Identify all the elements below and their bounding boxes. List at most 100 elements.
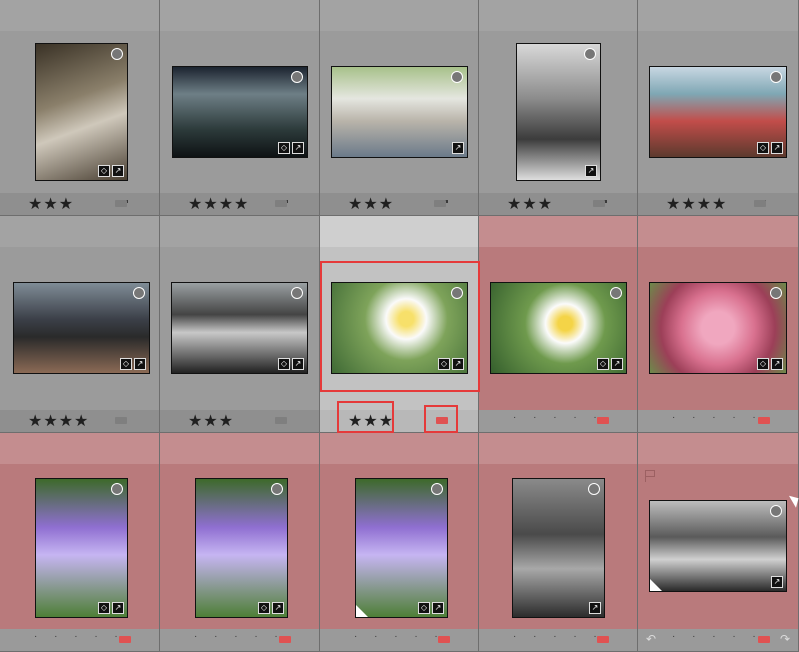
keyword-badge-icon[interactable]: ◇ [258,602,270,614]
keyword-badge-icon[interactable]: ◇ [757,142,769,154]
quick-collection-icon[interactable] [584,48,596,60]
keyword-badge-icon[interactable]: ◇ [418,602,430,614]
develop-badge-icon[interactable]: ↗ [771,142,783,154]
thumbnail-image[interactable]: ↗ [331,66,468,158]
rating-dots[interactable]: · · · · · [34,631,125,642]
color-label-none[interactable] [115,200,127,207]
quick-collection-icon[interactable] [111,483,123,495]
keyword-badge-icon[interactable]: ◇ [98,165,110,177]
color-label-none[interactable] [593,200,605,207]
color-label-red[interactable] [758,636,770,643]
develop-badge-icon[interactable]: ↗ [585,165,597,177]
color-label-none[interactable] [115,417,127,424]
star-rating[interactable]: ★★★★ [188,194,249,214]
color-label-red[interactable] [119,636,131,643]
thumbnail-image[interactable]: ↗ [649,500,787,592]
rotate-right-icon[interactable]: ↷ [780,632,790,646]
develop-badge-icon[interactable]: ↗ [134,358,146,370]
color-label-red[interactable] [436,417,448,424]
color-label-red[interactable] [597,417,609,424]
grid-cell[interactable]: XE203480.RAF5/6/2017 12:45:... 4896 x 32… [160,216,320,433]
develop-badge-icon[interactable]: ↗ [611,358,623,370]
develop-badge-icon[interactable]: ↗ [771,358,783,370]
grid-cell[interactable]: L1001308.DNG2/25/2007 5:30:... 3916 x 26… [160,0,320,216]
develop-badge-icon[interactable]: ↗ [292,142,304,154]
color-label-none[interactable] [434,200,446,207]
keyword-badge-icon[interactable]: ◇ [597,358,609,370]
thumbnail-image[interactable]: ↗ [516,43,601,181]
rating-dots[interactable]: · · · · · [354,631,445,642]
quick-collection-icon[interactable] [451,71,463,83]
quick-collection-icon[interactable] [588,483,600,495]
quick-collection-icon[interactable] [770,505,782,517]
quick-collection-icon[interactable] [111,48,123,60]
color-label-red[interactable] [279,636,291,643]
keyword-badge-icon[interactable]: ◇ [278,358,290,370]
keyword-badge-icon[interactable]: ◇ [98,602,110,614]
develop-badge-icon[interactable]: ↗ [771,576,783,588]
flag-icon[interactable] [645,470,656,482]
star-rating[interactable]: ★★★ [348,411,394,431]
thumbnail-image[interactable]: ◇ ↗ [171,282,308,374]
grid-cell[interactable]: XT203919.RAF3/29/2018 2:02:... 6000 x 40… [638,216,799,433]
color-label-red[interactable] [597,636,609,643]
thumbnail-image[interactable]: ◇ ↗ [649,66,787,158]
thumbnail-image[interactable]: ◇ ↗ [649,282,787,374]
grid-cell[interactable]: L1003685.DNG5/16/2007 6:46:... 3916 x 26… [320,0,479,216]
rating-dots[interactable]: · · · · · [513,412,604,423]
grid-cell[interactable]: XT204119.RAF3/30/2018 11:58... 4000 x 60… [320,433,479,652]
thumbnail-image[interactable]: ◇ ↗ [490,282,627,374]
thumbnail-image[interactable]: ◇ ↗ [331,282,468,374]
thumbnail-image[interactable]: ◇ ↗ [172,66,308,158]
grid-cell[interactable]: XT204126.RAF3/30/2018 12:36... 4000 x 60… [479,433,638,652]
develop-badge-icon[interactable]: ↗ [452,358,464,370]
star-rating[interactable]: ★★★ [348,194,394,214]
quick-collection-icon[interactable] [610,287,622,299]
rating-dots[interactable]: · · · · · [672,412,763,423]
rating-dots[interactable]: · · · · · [672,631,763,642]
keyword-badge-icon[interactable]: ◇ [120,358,132,370]
color-label-none[interactable] [754,200,766,207]
thumbnail-image[interactable]: ◇ ↗ [355,478,448,618]
thumbnail-image[interactable]: ◇ ↗ [35,43,128,181]
grid-cell[interactable]: XT204119-Edit.tif3/30/2018 11:... 4000 x… [0,433,160,652]
quick-collection-icon[interactable] [451,287,463,299]
grid-cell[interactable]: L2000221.DNG6/9/2007 10:05:... 3916 x 26… [638,0,799,216]
develop-badge-icon[interactable]: ↗ [589,602,601,614]
star-rating[interactable]: ★★★ [188,411,234,431]
grid-cell[interactable]: XT203916.RAF3/29/2018 2:00:... 6000 x 40… [479,216,638,433]
develop-badge-icon[interactable]: ↗ [432,602,444,614]
rating-dots[interactable]: · · · · · [513,631,604,642]
color-label-none[interactable] [275,417,287,424]
rating-dots[interactable]: · · · · · [194,631,285,642]
star-rating[interactable]: ★★★ [28,194,74,214]
star-rating[interactable]: ★★★★ [666,194,727,214]
quick-collection-icon[interactable] [431,483,443,495]
keyword-badge-icon[interactable]: ◇ [757,358,769,370]
quick-collection-icon[interactable] [770,71,782,83]
star-rating[interactable]: ★★★★ [28,411,89,431]
grid-cell[interactable]: XT204130.RAF3/30/2018 12:37... 6000 x 40… [638,433,799,652]
thumbnail-image[interactable]: ◇ ↗ [195,478,288,618]
grid-cell[interactable]: XT203912.RAF3/29/2018 1:59:... 6000 x 40… [320,216,479,433]
quick-collection-icon[interactable] [291,71,303,83]
color-label-red[interactable] [438,636,450,643]
quick-collection-icon[interactable] [291,287,303,299]
thumbnail-image[interactable]: ◇ ↗ [13,282,150,374]
grid-cell[interactable]: XT204119.RAF3/30/2018 11:58... 4000 x 60… [160,433,320,652]
thumbnail-image[interactable]: ◇ ↗ [35,478,128,618]
grid-cell[interactable]: XE203464.RAF5/6/2017 12:27:... 4896 x 32… [0,216,160,433]
develop-badge-icon[interactable]: ↗ [112,602,124,614]
thumbnail-image[interactable]: ↗ [512,478,605,618]
quick-collection-icon[interactable] [271,483,283,495]
develop-badge-icon[interactable]: ↗ [452,142,464,154]
color-label-red[interactable] [758,417,770,424]
keyword-badge-icon[interactable]: ◇ [278,142,290,154]
color-label-none[interactable] [275,200,287,207]
quick-collection-icon[interactable] [770,287,782,299]
star-rating[interactable]: ★★★ [507,194,553,214]
develop-badge-icon[interactable]: ↗ [292,358,304,370]
develop-badge-icon[interactable]: ↗ [272,602,284,614]
quick-collection-icon[interactable] [133,287,145,299]
rotate-left-icon[interactable]: ↶ [646,632,656,646]
